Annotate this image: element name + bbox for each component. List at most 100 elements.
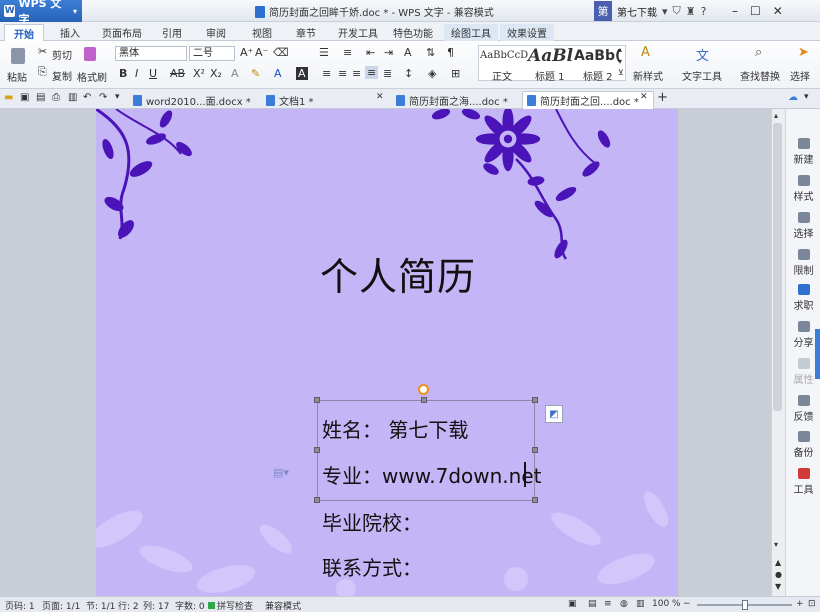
doc-tab[interactable]: 文档1 * <box>262 91 318 109</box>
copy-button[interactable]: 复制 <box>52 68 72 83</box>
clear-format-icon[interactable]: ⌫ <box>273 46 289 59</box>
help-icon[interactable]: ? <box>701 5 707 18</box>
style-heading2-preview[interactable]: AaBb( <box>574 48 621 64</box>
style-normal-label[interactable]: 正文 <box>492 68 512 83</box>
maximize-icon[interactable]: ☐ <box>750 4 761 18</box>
style-heading1-preview[interactable]: AaBl <box>528 46 573 66</box>
scrollbar-thumb[interactable] <box>773 123 782 411</box>
new-style-button[interactable]: 新样式 <box>633 68 663 83</box>
open-folder-icon[interactable]: ▬ <box>4 92 13 103</box>
pane-backup-button[interactable]: 备份 <box>786 431 820 459</box>
subscript-icon[interactable]: X₂ <box>210 67 222 80</box>
scroll-down-icon[interactable]: ▾ <box>774 540 778 549</box>
scroll-up-icon[interactable]: ▴ <box>774 111 778 120</box>
bold-icon[interactable]: B <box>119 67 127 80</box>
chinese-layout-icon[interactable]: A <box>404 46 412 59</box>
close-icon[interactable]: ✕ <box>773 4 783 18</box>
tab-review[interactable]: 审阅 <box>198 24 234 41</box>
tab-special[interactable]: 特色功能 <box>388 24 438 41</box>
grow-font-icon[interactable]: A⁺ <box>240 46 253 59</box>
highlight-icon[interactable]: ✎ <box>251 67 260 80</box>
browse-object-icon[interactable]: ● <box>775 570 782 579</box>
zoom-out-icon[interactable]: − <box>683 599 691 609</box>
chevron-down-icon[interactable]: ▾ <box>662 5 668 18</box>
print-icon[interactable]: ⎙ <box>52 92 60 103</box>
style-normal-preview[interactable]: AaBbCcD <box>480 50 528 61</box>
status-pages[interactable]: 页面: 1/1 <box>42 599 80 612</box>
style-heading2-label[interactable]: 标题 2 <box>583 68 613 83</box>
text-tools-button[interactable]: 文字工具 <box>682 68 722 83</box>
copy-icon[interactable]: ⎘ <box>38 65 47 79</box>
chevron-down-icon[interactable]: ▾ <box>115 92 120 102</box>
new-tab-icon[interactable]: + <box>657 90 668 105</box>
style-heading1-label[interactable]: 标题 1 <box>535 68 565 83</box>
tab-developer[interactable]: 开发工具 <box>334 24 382 41</box>
format-painter-icon[interactable] <box>84 47 96 61</box>
account-badge[interactable]: 第 <box>594 1 612 21</box>
minimize-icon[interactable]: – <box>732 4 738 18</box>
paste-icon[interactable] <box>11 48 25 64</box>
tab-section[interactable]: 章节 <box>288 24 324 41</box>
pane-tools-button[interactable]: 工具 <box>786 468 820 496</box>
align-right-icon[interactable]: ≡ <box>352 67 361 80</box>
pane-collapse-tab[interactable] <box>815 329 820 379</box>
resize-handle[interactable] <box>314 497 320 503</box>
select-cursor-icon[interactable]: ➤ <box>798 45 809 60</box>
pane-restrict-button[interactable]: 限制 <box>786 249 820 277</box>
line-spacing-icon[interactable]: ↕ <box>404 67 413 80</box>
styles-more-icon[interactable]: ⊻ <box>618 68 624 77</box>
select-button[interactable]: 选择 <box>790 68 810 83</box>
next-page-icon[interactable]: ▼ <box>775 582 781 591</box>
paste-button[interactable]: 粘贴 <box>7 69 27 84</box>
doc-tab[interactable]: word2010...面.docx * <box>129 91 255 109</box>
layout-options-icon[interactable]: ◩ <box>545 405 563 423</box>
superscript-icon[interactable]: X² <box>193 67 205 80</box>
new-style-icon[interactable]: A <box>641 45 650 60</box>
numbering-icon[interactable]: ≡ <box>343 46 352 59</box>
justify-icon[interactable]: ≡ <box>365 66 379 79</box>
italic-icon[interactable]: I <box>135 67 138 80</box>
prev-page-icon[interactable]: ▲ <box>775 558 781 567</box>
view-mode-icon[interactable]: ▣ <box>568 599 577 609</box>
field-school[interactable]: 毕业院校： <box>322 507 422 536</box>
tab-view[interactable]: 视图 <box>244 24 280 41</box>
resize-handle[interactable] <box>314 447 320 453</box>
increase-indent-icon[interactable]: ⇥ <box>384 46 393 59</box>
tab-insert[interactable]: 插入 <box>52 24 88 41</box>
cloud-icon[interactable]: ☁ <box>788 92 798 103</box>
reading-view-icon[interactable]: ▥ <box>636 599 645 609</box>
doc-tab-active[interactable]: 简历封面之回....doc * <box>522 91 654 109</box>
font-color-icon[interactable]: A <box>274 67 282 80</box>
pane-feedback-button[interactable]: 反馈 <box>786 395 820 423</box>
pdf-icon[interactable]: ▤ <box>36 92 45 103</box>
tab-references[interactable]: 引用 <box>154 24 190 41</box>
text-tools-icon[interactable]: 文 <box>696 45 709 64</box>
status-zoom[interactable]: 100 % <box>652 599 681 609</box>
borders-icon[interactable]: ⊞ <box>451 67 460 80</box>
resize-handle[interactable] <box>314 397 320 403</box>
redo-icon[interactable]: ↷ <box>99 92 107 103</box>
format-painter-button[interactable]: 格式刷 <box>77 69 107 84</box>
print-layout-icon[interactable]: ▤ <box>588 599 597 609</box>
underline-icon[interactable]: U <box>149 67 157 80</box>
sort-icon[interactable]: ⇅ <box>426 46 435 59</box>
resize-handle[interactable] <box>421 397 427 403</box>
tab-home[interactable]: 开始 <box>4 24 44 42</box>
field-major[interactable]: 专业：www.7down.net <box>322 460 541 489</box>
skin-icon[interactable]: ⛉ <box>673 4 681 18</box>
web-view-icon[interactable]: ◍ <box>620 599 628 609</box>
align-left-icon[interactable]: ≡ <box>322 67 331 80</box>
bullets-icon[interactable]: ☰ <box>319 46 329 59</box>
close-icon[interactable]: ✕ <box>376 92 384 102</box>
wps-app-button[interactable]: W WPS 文字 ▾ <box>0 0 82 26</box>
account-name[interactable]: 第七下载 <box>617 4 657 19</box>
field-name[interactable]: 姓名： 第七下载 <box>322 414 468 443</box>
resume-title[interactable]: 个人简历 <box>320 246 476 301</box>
scissors-icon[interactable]: ✂ <box>38 45 47 58</box>
fit-page-icon[interactable]: ⊡ <box>808 599 816 609</box>
field-contact[interactable]: 联系方式： <box>322 552 422 581</box>
outline-view-icon[interactable]: ≡ <box>604 599 612 609</box>
shirt-icon[interactable]: ♜ <box>686 5 696 18</box>
document-page[interactable]: 个人简历 ◩ ▤▾ 姓名： 第七下载 专业：www.7down.net 毕业院校… <box>96 109 678 596</box>
chevron-down-icon[interactable]: ▾ <box>804 92 809 102</box>
